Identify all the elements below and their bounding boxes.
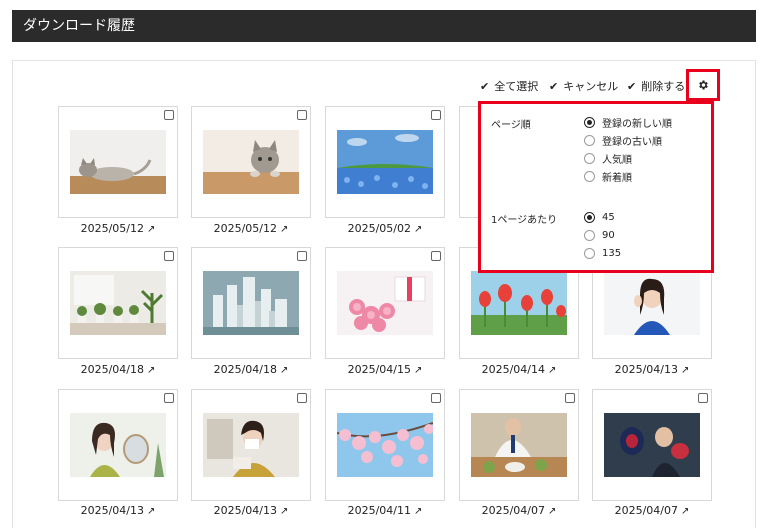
cherry-blossoms-icon bbox=[337, 413, 433, 477]
download-date: 2025/04/18 ↗ bbox=[80, 363, 156, 376]
sort-option-new-arrivals[interactable]: 新着順 bbox=[584, 169, 632, 184]
select-checkbox[interactable] bbox=[164, 110, 174, 120]
sort-option-popular[interactable]: 人気順 bbox=[584, 151, 632, 166]
radio-icon[interactable] bbox=[584, 152, 595, 164]
houseplants-icon bbox=[70, 271, 166, 335]
select-checkbox[interactable] bbox=[164, 251, 174, 261]
per-page-option-135[interactable]: 135 bbox=[584, 246, 621, 260]
external-link-icon[interactable]: ↗ bbox=[548, 506, 556, 517]
thumbnail-card[interactable] bbox=[325, 389, 445, 501]
download-date: 2025/04/18 ↗ bbox=[213, 363, 289, 376]
woman-mirror-icon bbox=[70, 413, 166, 477]
radio-icon[interactable] bbox=[584, 134, 595, 146]
cat-peeking-icon bbox=[203, 130, 299, 194]
woman-sneezing-icon bbox=[203, 413, 299, 477]
external-link-icon[interactable]: ↗ bbox=[280, 506, 288, 517]
page-title: ダウンロード履歴 bbox=[23, 18, 135, 34]
select-checkbox[interactable] bbox=[565, 393, 575, 403]
settings-button[interactable] bbox=[686, 69, 720, 101]
radio-icon[interactable] bbox=[584, 170, 595, 182]
thumbnail-card[interactable] bbox=[459, 389, 579, 501]
external-link-icon[interactable]: ↗ bbox=[280, 365, 288, 376]
external-link-icon[interactable]: ↗ bbox=[147, 224, 155, 235]
external-link-icon[interactable]: ↗ bbox=[681, 506, 689, 517]
thumbnail-card[interactable] bbox=[58, 389, 178, 501]
external-link-icon[interactable]: ↗ bbox=[414, 365, 422, 376]
check-icon: ✔ bbox=[549, 80, 559, 93]
download-date: 2025/04/11 ↗ bbox=[347, 504, 423, 517]
radio-selected-icon[interactable] bbox=[584, 211, 595, 223]
tulips-icon bbox=[471, 271, 567, 335]
download-date: 2025/05/12 ↗ bbox=[80, 222, 156, 235]
thumbnail-card[interactable] bbox=[191, 389, 311, 501]
woman-headache-icon bbox=[604, 271, 700, 335]
sort-option-oldest[interactable]: 登録の古い順 bbox=[584, 133, 662, 148]
select-checkbox[interactable] bbox=[164, 393, 174, 403]
select-checkbox[interactable] bbox=[297, 110, 307, 120]
download-date: 2025/04/07 ↗ bbox=[481, 504, 557, 517]
check-icon: ✔ bbox=[627, 80, 637, 93]
external-link-icon[interactable]: ↗ bbox=[548, 365, 556, 376]
delete-label: 削除する bbox=[641, 80, 686, 93]
external-link-icon[interactable]: ↗ bbox=[280, 224, 288, 235]
cancel-button[interactable]: ✔ キャンセル bbox=[549, 80, 618, 94]
select-all-label: 全て選択 bbox=[494, 80, 539, 93]
sort-order-label: ページ順 bbox=[491, 120, 531, 131]
select-checkbox[interactable] bbox=[297, 393, 307, 403]
download-date: 2025/04/07 ↗ bbox=[614, 504, 690, 517]
select-checkbox[interactable] bbox=[698, 393, 708, 403]
gear-icon bbox=[699, 80, 708, 90]
select-checkbox[interactable] bbox=[431, 393, 441, 403]
thumbnail-card[interactable] bbox=[191, 106, 311, 218]
check-icon: ✔ bbox=[480, 80, 490, 93]
thumbnail-card[interactable] bbox=[592, 389, 712, 501]
external-link-icon[interactable]: ↗ bbox=[414, 506, 422, 517]
download-date: 2025/05/12 ↗ bbox=[213, 222, 289, 235]
thumbnail-card[interactable] bbox=[325, 247, 445, 359]
download-date: 2025/04/13 ↗ bbox=[213, 504, 289, 517]
external-link-icon[interactable]: ↗ bbox=[681, 365, 689, 376]
thumbnail-card[interactable] bbox=[191, 247, 311, 359]
city-model-icon bbox=[203, 271, 299, 335]
thumbnail-card[interactable] bbox=[58, 247, 178, 359]
thumbnail-card[interactable] bbox=[58, 106, 178, 218]
radio-icon[interactable] bbox=[584, 229, 595, 241]
download-date: 2025/04/13 ↗ bbox=[614, 363, 690, 376]
select-checkbox[interactable] bbox=[431, 110, 441, 120]
thumbnail-card[interactable] bbox=[325, 106, 445, 218]
cat-lying-icon bbox=[70, 130, 166, 194]
sort-option-newest[interactable]: 登録の新しい順 bbox=[584, 115, 672, 130]
carnation-gift-icon bbox=[337, 271, 433, 335]
download-date: 2025/05/02 ↗ bbox=[347, 222, 423, 235]
delete-button[interactable]: ✔ 削除する bbox=[627, 80, 685, 94]
external-link-icon[interactable]: ↗ bbox=[147, 365, 155, 376]
download-date: 2025/04/13 ↗ bbox=[80, 504, 156, 517]
radio-icon[interactable] bbox=[584, 247, 595, 259]
per-page-option-90[interactable]: 90 bbox=[584, 228, 615, 242]
per-page-option-45[interactable]: 45 bbox=[584, 210, 615, 224]
radio-selected-icon[interactable] bbox=[584, 116, 595, 128]
flower-field-icon bbox=[337, 130, 433, 194]
display-settings-popup: ページ順 登録の新しい順 登録の古い順 人気順 新着順 1ページあたり 45 9… bbox=[478, 101, 714, 273]
businessman-lunch-icon bbox=[471, 413, 567, 477]
external-link-icon[interactable]: ↗ bbox=[147, 506, 155, 517]
download-date: 2025/04/14 ↗ bbox=[481, 363, 557, 376]
page-title-bar: ダウンロード履歴 bbox=[12, 10, 756, 42]
per-page-label: 1ページあたり bbox=[491, 215, 558, 226]
select-checkbox[interactable] bbox=[297, 251, 307, 261]
download-date: 2025/04/15 ↗ bbox=[347, 363, 423, 376]
boxing-mitts-icon bbox=[604, 413, 700, 477]
select-checkbox[interactable] bbox=[431, 251, 441, 261]
external-link-icon[interactable]: ↗ bbox=[414, 224, 422, 235]
cancel-label: キャンセル bbox=[563, 80, 619, 93]
select-all-button[interactable]: ✔ 全て選択 bbox=[480, 80, 538, 94]
